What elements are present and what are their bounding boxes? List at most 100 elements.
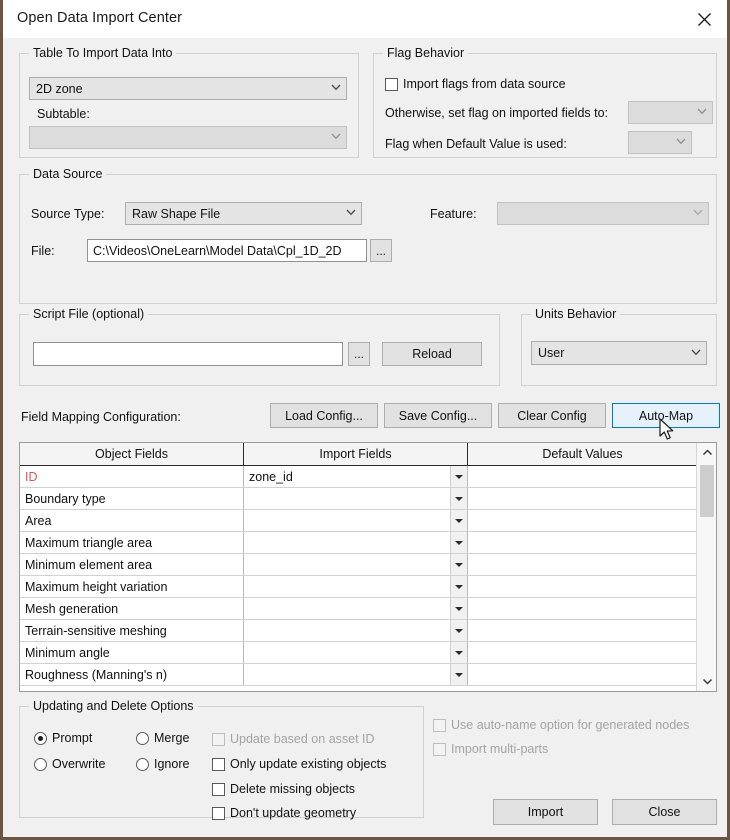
load-config-button[interactable]: Load Config...	[270, 403, 378, 428]
table-row[interactable]: Terrain-sensitive meshing	[20, 620, 716, 642]
radio-prompt[interactable]: Prompt	[34, 731, 92, 745]
close-icon[interactable]	[681, 0, 727, 38]
dropdown-arrow-icon[interactable]	[450, 532, 467, 553]
close-button[interactable]: Close	[612, 799, 717, 825]
table-row[interactable]: Maximum height variation	[20, 576, 716, 598]
units-select-value: User	[538, 346, 565, 360]
dropdown-arrow-icon[interactable]	[450, 554, 467, 575]
script-file-input[interactable]	[33, 342, 343, 366]
data-source-legend: Data Source	[29, 167, 107, 181]
title-bar: Open Data Import Center	[3, 0, 727, 38]
reload-label: Reload	[412, 347, 452, 361]
table-row[interactable]: Mesh generation	[20, 598, 716, 620]
cell-default-value[interactable]	[468, 576, 697, 597]
table-row[interactable]: Roughness (Manning's n)	[20, 664, 716, 686]
file-input[interactable]: C:\Videos\OneLearn\Model Data\Cpl_1D_2D	[87, 239, 367, 262]
cell-default-value[interactable]	[468, 466, 697, 487]
cell-import-field[interactable]	[244, 488, 468, 509]
cell-import-field[interactable]	[244, 576, 468, 597]
cell-import-field[interactable]	[244, 554, 468, 575]
clear-config-button[interactable]: Clear Config	[498, 403, 606, 428]
cell-import-field[interactable]	[244, 642, 468, 663]
cell-default-value[interactable]	[468, 598, 697, 619]
cell-default-value[interactable]	[468, 664, 697, 685]
updating-delete-options-legend: Updating and Delete Options	[29, 699, 198, 713]
table-select[interactable]: 2D zone	[29, 77, 347, 100]
radio-merge[interactable]: Merge	[136, 731, 189, 745]
feature-label: Feature:	[430, 207, 477, 221]
chevron-down-icon[interactable]	[697, 672, 716, 691]
checkbox-dont-update-geometry[interactable]: Don't update geometry	[212, 806, 356, 820]
otherwise-flag-label: Otherwise, set flag on imported fields t…	[385, 106, 609, 120]
cell-object-field: Boundary type	[20, 488, 244, 509]
cell-object-field: Maximum height variation	[20, 576, 244, 597]
save-config-button[interactable]: Save Config...	[384, 403, 492, 428]
checkbox-auto-name-generated-nodes: Use auto-name option for generated nodes	[433, 718, 689, 732]
otherwise-flag-select[interactable]	[628, 101, 713, 124]
source-type-select[interactable]: Raw Shape File	[125, 202, 362, 225]
cell-import-field[interactable]	[244, 620, 468, 641]
radio-overwrite[interactable]: Overwrite	[34, 757, 105, 771]
file-browse-button[interactable]: ...	[370, 239, 392, 262]
reload-button[interactable]: Reload	[382, 342, 482, 366]
table-scrollbar[interactable]	[696, 443, 716, 691]
cell-object-field: Maximum triangle area	[20, 532, 244, 553]
checkbox-dont-update-geometry-label: Don't update geometry	[230, 806, 357, 820]
save-config-label: Save Config...	[398, 408, 478, 423]
checkbox-delete-missing-objects[interactable]: Delete missing objects	[212, 782, 355, 796]
cell-default-value[interactable]	[468, 532, 697, 553]
table-row[interactable]: Boundary type	[20, 488, 716, 510]
dropdown-arrow-icon[interactable]	[450, 620, 467, 641]
chevron-up-icon[interactable]	[697, 443, 716, 462]
radio-indicator	[34, 757, 47, 771]
cell-object-field: Minimum angle	[20, 642, 244, 663]
import-flags-checkbox[interactable]: Import flags from data source	[385, 77, 566, 91]
cell-import-field[interactable]: zone_id	[244, 466, 468, 487]
script-file-legend: Script File (optional)	[29, 307, 149, 321]
units-select[interactable]: User	[531, 341, 707, 365]
dropdown-arrow-icon[interactable]	[450, 466, 467, 487]
subtable-select[interactable]	[29, 126, 347, 149]
cell-import-field[interactable]	[244, 598, 468, 619]
feature-select[interactable]	[497, 202, 709, 225]
default-value-flag-select[interactable]	[628, 131, 692, 154]
scrollbar-thumb[interactable]	[700, 465, 714, 517]
cell-default-value[interactable]	[468, 554, 697, 575]
table-row[interactable]: Minimum angle	[20, 642, 716, 664]
cell-import-field[interactable]	[244, 510, 468, 531]
dropdown-arrow-icon[interactable]	[450, 510, 467, 531]
dropdown-arrow-icon[interactable]	[450, 642, 467, 663]
table-row[interactable]: ID zone_id	[20, 466, 716, 488]
table-row[interactable]: Area	[20, 510, 716, 532]
field-mapping-table: Object Fields Import Fields Default Valu…	[19, 442, 717, 692]
cell-import-field[interactable]	[244, 664, 468, 685]
cell-default-value[interactable]	[468, 510, 697, 531]
column-header-default-values[interactable]: Default Values	[468, 443, 697, 465]
dropdown-arrow-icon[interactable]	[450, 664, 467, 685]
radio-ignore[interactable]: Ignore	[136, 757, 189, 771]
table-row[interactable]: Maximum triangle area	[20, 532, 716, 554]
checkbox-update-based-on-asset-id-label: Update based on asset ID	[230, 732, 375, 746]
cell-object-field: Terrain-sensitive meshing	[20, 620, 244, 641]
dropdown-arrow-icon[interactable]	[450, 488, 467, 509]
table-header-row: Object Fields Import Fields Default Valu…	[20, 443, 716, 466]
cell-default-value[interactable]	[468, 488, 697, 509]
chevron-down-icon	[686, 209, 708, 218]
column-header-import-fields[interactable]: Import Fields	[244, 443, 468, 465]
table-row[interactable]: Minimum element area	[20, 554, 716, 576]
dropdown-arrow-icon[interactable]	[450, 598, 467, 619]
cell-default-value[interactable]	[468, 620, 697, 641]
auto-map-button[interactable]: Auto-Map	[612, 403, 720, 428]
column-header-object-fields[interactable]: Object Fields	[20, 443, 244, 465]
cell-default-value[interactable]	[468, 642, 697, 663]
checkbox-only-update-existing-objects[interactable]: Only update existing objects	[212, 757, 386, 771]
chevron-down-icon	[669, 138, 691, 147]
cell-object-field: Roughness (Manning's n)	[20, 664, 244, 685]
checkbox-update-based-on-asset-id: Update based on asset ID	[212, 732, 375, 746]
checkbox-box	[433, 742, 446, 756]
cell-import-field[interactable]	[244, 532, 468, 553]
script-browse-button[interactable]: ...	[348, 342, 370, 366]
radio-prompt-label: Prompt	[52, 731, 93, 745]
dropdown-arrow-icon[interactable]	[450, 576, 467, 597]
import-button[interactable]: Import	[493, 799, 598, 825]
